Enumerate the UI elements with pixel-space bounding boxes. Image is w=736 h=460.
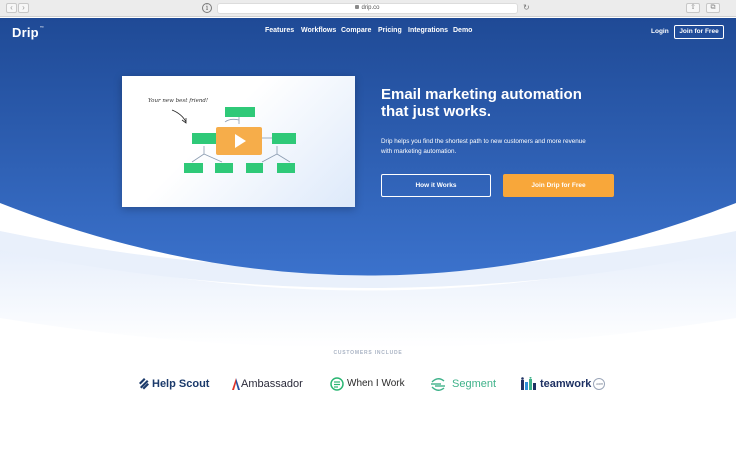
nav-workflows[interactable]: Workflows (301, 27, 336, 34)
workflow-diagram-illustration (171, 107, 296, 173)
ambassador-logo: Ambassador (232, 376, 303, 392)
browser-toolbar: ‹ › i drip.co ↻ ⇧ ⧉ (0, 0, 736, 17)
diagram-node (272, 133, 296, 144)
ambassador-icon (232, 377, 240, 390)
segment-icon (431, 378, 445, 391)
login-link[interactable]: Login (651, 28, 669, 35)
video-player[interactable]: Your new best friend! (122, 76, 355, 207)
subtext-line-1: Drip helps you find the shortest path to… (381, 138, 586, 145)
drip-logo[interactable]: Drip™ (12, 25, 44, 40)
diagram-node (277, 163, 295, 173)
nav-features[interactable]: Features (265, 27, 294, 34)
headline-line-2: that just works. (381, 103, 492, 120)
forward-icon[interactable]: › (18, 3, 29, 13)
nav-demo[interactable]: Demo (453, 27, 472, 34)
headline-line-1: Email marketing automation (381, 86, 582, 103)
teamwork-logo: teamwork .com (520, 376, 606, 392)
wheniwork-logo: When I Work (330, 376, 405, 392)
hero-background (0, 18, 736, 460)
url-text: drip.co (361, 5, 380, 11)
share-icon[interactable]: ⇧ (686, 3, 700, 13)
back-icon[interactable]: ‹ (6, 3, 17, 13)
subtext-line-2: with marketing automation. (381, 148, 457, 155)
diagram-node (225, 107, 255, 117)
info-icon[interactable]: i (202, 3, 212, 13)
reload-icon[interactable]: ↻ (523, 3, 530, 13)
wheniwork-text: When I Work (347, 378, 405, 389)
tabs-icon[interactable]: ⧉ (706, 3, 720, 13)
diagram-node (246, 163, 263, 173)
logo-text: Drip (12, 25, 39, 40)
helpscout-logo: Help Scout (138, 376, 209, 392)
helpscout-text: Help Scout (152, 378, 210, 390)
nav-pricing[interactable]: Pricing (378, 27, 402, 34)
ambassador-text: Ambassador (241, 378, 303, 390)
diagram-node (215, 163, 233, 173)
hero-headline: Email marketing automation that just wor… (381, 86, 621, 120)
helpscout-icon (139, 378, 149, 390)
logo-tm: ™ (39, 25, 45, 30)
lock-icon (355, 5, 360, 9)
address-bar[interactable]: drip.co (217, 3, 518, 14)
wheniwork-icon (330, 377, 344, 391)
teamwork-text: teamwork (540, 378, 592, 390)
join-free-nav-button[interactable]: Join for Free (674, 25, 724, 39)
arrow-icon (171, 109, 187, 123)
diagram-node (192, 133, 216, 144)
teamwork-icon (521, 377, 536, 390)
nav-integrations[interactable]: Integrations (408, 27, 448, 34)
diagram-node (184, 163, 203, 173)
nav-compare[interactable]: Compare (341, 27, 371, 34)
hero-subtext: Drip helps you find the shortest path to… (381, 137, 621, 157)
how-it-works-button[interactable]: How it Works (381, 174, 491, 197)
join-drip-button[interactable]: Join Drip for Free (503, 174, 614, 197)
customers-label: CUSTOMERS INCLUDE (333, 350, 403, 356)
teamwork-suffix-badge: .com (593, 378, 606, 390)
segment-logo: Segment (430, 376, 496, 392)
segment-text: Segment (452, 378, 497, 390)
handwritten-note: Your new best friend! (148, 98, 209, 104)
